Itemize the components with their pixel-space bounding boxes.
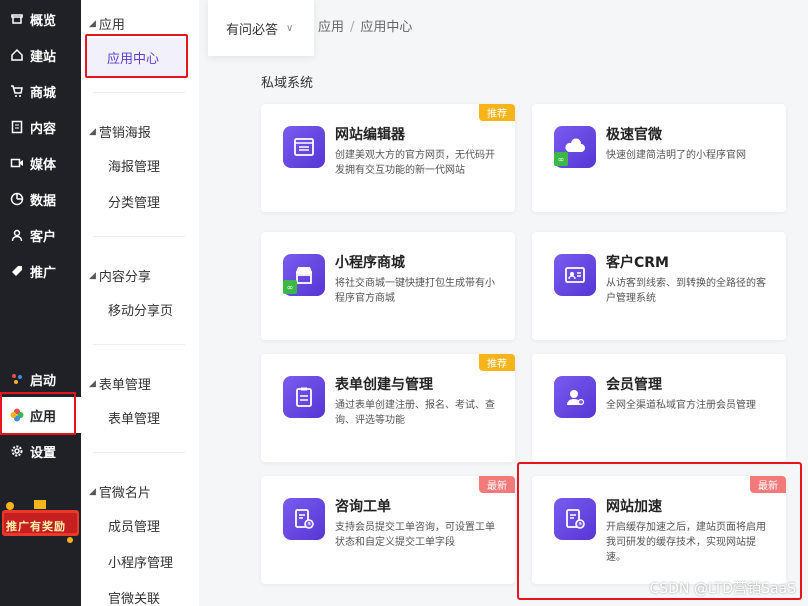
sub-item-poster-manage[interactable]: 海报管理	[108, 156, 160, 175]
rail-item-overview[interactable]: 概览	[0, 1, 81, 37]
gear-icon	[10, 444, 24, 458]
section-title: 私域系统	[261, 76, 314, 91]
browser-icon	[283, 126, 325, 168]
caret-down-icon: ◢	[89, 486, 96, 497]
rail-item-settings[interactable]: 设置	[0, 433, 81, 469]
video-icon	[10, 156, 24, 170]
new-badge: 最新	[479, 476, 515, 493]
sub-item-mobile-share[interactable]: 移动分享页	[108, 300, 173, 319]
main-rail: 概览 建站 商城 内容 媒体 数据 客户 推广 启动 应用 设置 推广有奖励	[0, 0, 81, 606]
divider	[93, 452, 185, 453]
group-cards[interactable]: ◢ 官微名片	[89, 482, 151, 501]
app-card-forms[interactable]: 表单创建与管理 通过表单创建注册、报名、考试、查询、评选等功能 推荐	[261, 354, 515, 462]
chart-icon	[10, 192, 24, 206]
breadcrumb-item: 应用中心	[360, 20, 413, 35]
launch-icon	[10, 372, 24, 386]
cart-icon	[10, 84, 24, 98]
document-icon	[10, 120, 24, 134]
sub-item-category-manage[interactable]: 分类管理	[108, 192, 160, 211]
sub-item-member-manage[interactable]: 成员管理	[108, 516, 160, 535]
promo-banner[interactable]: 推广有奖励	[0, 496, 81, 546]
contact-card-icon	[554, 254, 596, 296]
app-card-mini-mall[interactable]: ∞ 小程序商城 将社交商城一键快捷打包生成带有小程序官方商城	[261, 232, 515, 340]
sub-sidebar: ◢ 应用 应用中心 ◢ 营销海报 海报管理 分类管理 ◢ 内容分享 移动分享页 ◢ 表单…	[81, 0, 199, 606]
app-card-members[interactable]: 会员管理 全网全渠道私域官方注册会员管理	[532, 354, 786, 462]
sub-item-miniprogram-manage[interactable]: 小程序管理	[108, 552, 173, 571]
rail-item-promote[interactable]: 推广	[0, 253, 81, 289]
app-card-quick-site[interactable]: ∞ 极速官微 快速创建简洁明了的小程序官网	[532, 104, 786, 212]
member-icon	[554, 376, 596, 418]
caret-down-icon: ◢	[89, 378, 96, 389]
rail-item-data[interactable]: 数据	[0, 181, 81, 217]
rail-item-content[interactable]: 内容	[0, 109, 81, 145]
divider	[93, 344, 185, 345]
miniprogram-icon: ∞	[283, 280, 297, 294]
recommend-badge: 推荐	[479, 104, 515, 121]
user-icon	[10, 228, 24, 242]
home-icon	[10, 48, 24, 62]
breadcrumb-separator: /	[350, 20, 355, 35]
miniprogram-icon: ∞	[554, 152, 568, 166]
group-apps[interactable]: ◢ 应用	[89, 14, 125, 33]
breadcrumb-item[interactable]: 应用	[318, 20, 344, 35]
divider	[93, 236, 185, 237]
chevron-down-icon: ∨	[286, 22, 294, 34]
apps-highlight-frame	[0, 392, 76, 435]
rail-item-mall[interactable]: 商城	[0, 73, 81, 109]
sub-item-form-manage[interactable]: 表单管理	[108, 408, 160, 427]
app-card-crm[interactable]: 客户CRM 从访客到线索、到转换的全路径的客户管理系统	[532, 232, 786, 340]
group-content-share[interactable]: ◢ 内容分享	[89, 266, 151, 285]
rail-item-customer[interactable]: 客户	[0, 217, 81, 253]
dashboard-icon	[10, 12, 24, 26]
app-card-site-editor[interactable]: 网站编辑器 创建美观大方的官方网页，无代码开发拥有交互功能的新一代网站 推荐	[261, 104, 515, 212]
promo-text: 推广有奖励	[6, 520, 66, 533]
caret-down-icon: ◢	[89, 126, 96, 137]
rail-item-media[interactable]: 媒体	[0, 145, 81, 181]
tag-icon	[10, 264, 24, 278]
caret-down-icon: ◢	[89, 270, 96, 281]
clipboard-icon	[283, 376, 325, 418]
group-posters[interactable]: ◢ 营销海报	[89, 122, 151, 141]
ticket-icon	[283, 498, 325, 540]
app-card-tickets[interactable]: 咨询工单 支持会员提交工单咨询，可设置工单状态和自定义提交工单字段 最新	[261, 476, 515, 584]
sub-item-link[interactable]: 官微关联	[108, 588, 160, 606]
caret-down-icon: ◢	[89, 18, 96, 29]
rail-item-site[interactable]: 建站	[0, 37, 81, 73]
app-center-highlight-frame	[85, 34, 188, 78]
watermark: CSDN @LTD营销SaaS	[649, 581, 796, 597]
breadcrumb: 应用 / 应用中心	[318, 16, 412, 35]
topbar: 有问必答 ∨ 应用 / 应用中心	[208, 0, 808, 56]
group-forms[interactable]: ◢ 表单管理	[89, 374, 151, 393]
help-dropdown[interactable]: 有问必答 ∨	[208, 0, 314, 56]
divider	[93, 92, 185, 93]
recommend-badge: 推荐	[479, 354, 515, 371]
